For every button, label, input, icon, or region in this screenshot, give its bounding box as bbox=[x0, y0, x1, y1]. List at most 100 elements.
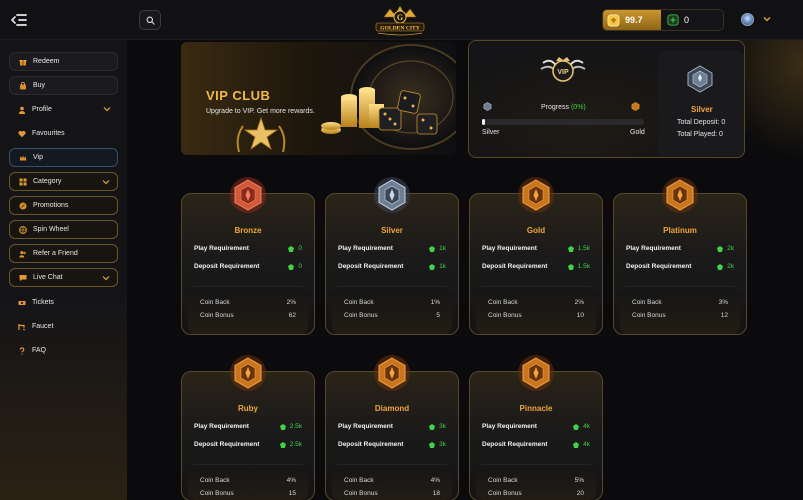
progress-from-level: Silver bbox=[482, 129, 500, 136]
sidebar-item-label: FAQ bbox=[32, 347, 47, 354]
current-tier-box: Silver Total Deposit: 0 Total Played: 0 bbox=[658, 51, 744, 156]
sidebar-item-faucet[interactable]: Faucet bbox=[9, 317, 118, 336]
tier-name: Platinum bbox=[663, 226, 697, 235]
play-requirement-value: 1k bbox=[429, 245, 446, 252]
search-icon bbox=[146, 16, 155, 25]
sidebar-item-refer-a-friend[interactable]: Refer a Friend bbox=[9, 244, 118, 263]
coin-rewards-panel: Coin Back 3% Coin Bonus 12 bbox=[620, 286, 740, 334]
sidebar-item-vip[interactable]: Vip bbox=[9, 148, 118, 167]
green-coin-icon bbox=[279, 441, 286, 448]
progress-percent: (0%) bbox=[570, 104, 586, 111]
sidebar-item-profile[interactable]: Profile bbox=[9, 100, 118, 119]
deposit-requirement-amount: 3k bbox=[439, 441, 446, 448]
green-balance-value: 0 bbox=[684, 15, 690, 25]
tier-name: Gold bbox=[526, 226, 546, 235]
deposit-requirement-amount: 2.5k bbox=[289, 441, 302, 448]
green-coin-icon bbox=[429, 263, 436, 270]
bronze-tier-icon bbox=[230, 177, 266, 213]
sidebar-item-redeem[interactable]: Redeem bbox=[9, 52, 118, 71]
coin-bonus-row: Coin Bonus 18 bbox=[344, 490, 440, 497]
play-requirement: Play Requirement 1.5k bbox=[482, 245, 590, 252]
play-requirement: Play Requirement 4k bbox=[482, 423, 590, 430]
play-requirement-amount: 3k bbox=[439, 423, 446, 430]
sidebar-item-label: Spin Wheel bbox=[33, 226, 69, 233]
deposit-requirement: Deposit Requirement 0 bbox=[194, 263, 302, 270]
sidebar-item-label: Tickets bbox=[32, 299, 54, 306]
vip-tier-card-ruby: Ruby Play Requirement 2.5k Deposit Requirem… bbox=[181, 355, 315, 500]
vip-crest-icon: VIP bbox=[540, 57, 586, 82]
deposit-requirement-amount: 1k bbox=[439, 263, 446, 270]
sidebar-item-spin-wheel[interactable]: Spin Wheel bbox=[9, 220, 118, 239]
green-coin-icon bbox=[573, 441, 580, 448]
sidebar-item-tickets[interactable]: Tickets bbox=[9, 293, 118, 312]
total-deposit: Total Deposit: 0 bbox=[677, 119, 726, 126]
sidebar-item-label: Favourites bbox=[32, 130, 65, 137]
progress-bar-fill bbox=[482, 119, 486, 125]
green-coin-icon bbox=[288, 245, 295, 252]
sidebar-item-buy[interactable]: Buy bbox=[9, 76, 118, 95]
wallet[interactable]: 99.7 0 bbox=[602, 9, 724, 31]
users-icon bbox=[19, 250, 26, 257]
green-coin-icon bbox=[573, 423, 580, 430]
vip-tier-card-silver: Silver Play Requirement 1k Deposit Requirem… bbox=[325, 177, 459, 335]
menu-arrow-icon[interactable] bbox=[10, 11, 28, 29]
green-balance[interactable]: 0 bbox=[661, 10, 723, 30]
coin-back-label: Coin Back bbox=[488, 299, 518, 306]
coin-back-label: Coin Back bbox=[200, 299, 230, 306]
coin-rewards-panel: Coin Back 4% Coin Bonus 15 bbox=[188, 464, 308, 500]
deposit-requirement: Deposit Requirement 2.5k bbox=[194, 441, 302, 448]
coin-bonus-label: Coin Bonus bbox=[200, 312, 234, 319]
sidebar-item-live-chat[interactable]: Live Chat bbox=[9, 268, 118, 287]
play-requirement-label: Play Requirement bbox=[338, 423, 393, 430]
play-requirement-label: Play Requirement bbox=[194, 423, 249, 430]
chevron-down-icon[interactable] bbox=[763, 15, 771, 23]
play-requirement-value: 1.5k bbox=[567, 245, 590, 252]
deposit-requirement-amount: 4k bbox=[583, 441, 590, 448]
vip-tier-card-bronze: Bronze Play Requirement 0 Deposit Requireme… bbox=[181, 177, 315, 335]
deposit-requirement-label: Deposit Requirement bbox=[194, 263, 260, 270]
banner-title: VIP CLUB bbox=[206, 88, 271, 103]
platinum-tier-icon bbox=[662, 177, 698, 213]
coin-bonus-label: Coin Bonus bbox=[200, 490, 234, 497]
play-requirement-amount: 0 bbox=[298, 245, 302, 252]
coin-back-value: 4% bbox=[286, 477, 296, 484]
sidebar-item-label: Profile bbox=[32, 106, 52, 113]
crown-icon bbox=[19, 155, 27, 160]
tier-name: Bronze bbox=[234, 226, 262, 235]
sidebar-item-favourites[interactable]: Favourites bbox=[9, 124, 118, 143]
svg-text:VIP: VIP bbox=[557, 69, 569, 76]
search-button[interactable] bbox=[139, 10, 161, 30]
play-requirement-value: 0 bbox=[288, 245, 302, 252]
coin-bonus-label: Coin Bonus bbox=[344, 312, 378, 319]
coin-rewards-panel: Coin Back 5% Coin Bonus 20 bbox=[476, 464, 596, 500]
play-requirement-amount: 1k bbox=[439, 245, 446, 252]
sidebar-item-label: Vip bbox=[33, 154, 43, 161]
gold-balance-value: 99.7 bbox=[625, 15, 643, 25]
green-coin-icon bbox=[429, 245, 436, 252]
coin-bonus-value: 5 bbox=[436, 312, 440, 319]
coin-bonus-label: Coin Bonus bbox=[632, 312, 666, 319]
svg-text:GOLDEN CITY: GOLDEN CITY bbox=[380, 25, 420, 31]
play-requirement: Play Requirement 0 bbox=[194, 245, 302, 252]
avatar[interactable] bbox=[741, 13, 754, 26]
play-requirement: Play Requirement 1k bbox=[338, 245, 446, 252]
sidebar-item-faq[interactable]: FAQ bbox=[9, 341, 118, 360]
play-requirement-amount: 4k bbox=[583, 423, 590, 430]
play-requirement: Play Requirement 2.5k bbox=[194, 423, 302, 430]
current-tier-name: Silver bbox=[691, 105, 713, 114]
gold-balance[interactable]: 99.7 bbox=[603, 10, 661, 30]
vip-tier-card-platinum: Platinum Play Requirement 2k Deposit Requir… bbox=[613, 177, 747, 335]
sidebar-item-promotions[interactable]: Promotions bbox=[9, 196, 118, 215]
deposit-requirement: Deposit Requirement 1k bbox=[338, 263, 446, 270]
sidebar-item-category[interactable]: Category bbox=[9, 172, 118, 191]
silver-tier-icon bbox=[687, 65, 713, 93]
progress-label: Progress (0%) bbox=[541, 104, 586, 111]
gift-icon bbox=[19, 59, 27, 65]
sidebar-item-label: Redeem bbox=[33, 58, 60, 65]
deposit-requirement-label: Deposit Requirement bbox=[482, 263, 548, 270]
play-requirement-value: 4k bbox=[573, 423, 590, 430]
coin-bonus-label: Coin Bonus bbox=[488, 312, 522, 319]
coin-bonus-value: 20 bbox=[576, 490, 584, 497]
coin-back-label: Coin Back bbox=[488, 477, 518, 484]
golden-city-logo[interactable]: G GOLDEN CITY bbox=[370, 3, 430, 37]
